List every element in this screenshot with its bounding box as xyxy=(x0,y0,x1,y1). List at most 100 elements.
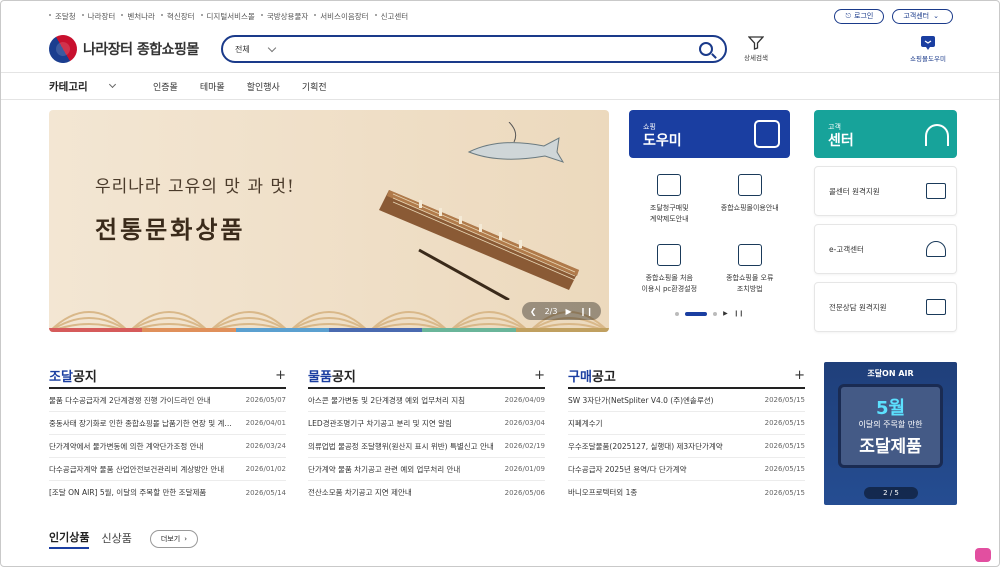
play-icon[interactable]: ▶ xyxy=(565,307,571,316)
util-link[interactable]: 서비스이음장터 xyxy=(314,11,374,22)
notice-row[interactable]: 단가계약 물품 차기공고 관련 예외 업무처리 안내 2026/01/09 xyxy=(308,458,545,481)
mall-helper-button[interactable]: 쇼핑몰도우미 xyxy=(903,35,953,63)
notice-row[interactable]: 다수공급자 2025년 용역/다 단가계약 2026/05/15 xyxy=(568,458,805,481)
customer-item-label: e-고객센터 xyxy=(829,244,864,254)
notice-title[interactable]: 구매공고 xyxy=(568,366,616,385)
customer-item-label: 전문상담 원격지원 xyxy=(829,302,887,312)
nav-item[interactable]: 테마몰 xyxy=(200,80,225,93)
plus-icon[interactable]: + xyxy=(534,368,545,383)
banner-controls: ❮ 2/3 ▶ ❙❙ xyxy=(521,302,601,320)
customer-item[interactable]: 전문상담 원격지원 xyxy=(814,282,957,332)
notice-row[interactable]: 의류업법 물공정 조달행위(원산지 표시 위반) 특별신고 안내 2026/02/… xyxy=(308,435,545,458)
promo-banner[interactable]: 조달ON AIR 5월 이달의 주목할 만한 조달제품 2 / 5 xyxy=(824,362,957,505)
notice-row[interactable]: 우수조달물품(2025127, 실행대) 제3자단가계약 2026/05/15 xyxy=(568,435,805,458)
pause-icon[interactable]: ❙❙ xyxy=(580,307,593,316)
util-link[interactable]: 혁신장터 xyxy=(160,11,201,22)
logo-text: 나라장터 종합쇼핑몰 xyxy=(83,42,199,58)
util-link[interactable]: 디지털서비스몰 xyxy=(200,11,261,22)
promo-title: 조달제품 xyxy=(859,437,922,457)
helper-item[interactable]: 종합쇼핑몰 처음 이용시 pc환경설정 xyxy=(629,244,710,308)
hero-banner[interactable]: 우리나라 고유의 맛 과 멋! 전통문화상품 ❮ 2/3 ▶ ❙❙ xyxy=(49,110,609,332)
pagination-dot-active[interactable] xyxy=(685,311,708,316)
prev-icon[interactable]: ❮ xyxy=(530,307,537,316)
notice-column-purchase: 구매공고 + SW 3자단가(NetSpliter V4.0 (주)엔솔루션) 2… xyxy=(568,363,805,504)
play-icon[interactable]: ▶ xyxy=(723,310,728,317)
chevron-down-icon xyxy=(108,80,116,89)
taegeuk-logo-icon xyxy=(43,29,83,69)
more-button[interactable]: 더보기 › xyxy=(149,530,198,548)
chat-helper-icon xyxy=(921,36,935,50)
notice-row[interactable]: 바니오프로텍터외 1종 2026/05/15 xyxy=(568,481,805,504)
nav-item[interactable]: 인증몰 xyxy=(153,80,178,93)
pagination-dot[interactable] xyxy=(713,311,718,316)
customer-header: 고객 센터 xyxy=(814,110,957,158)
notice-row[interactable]: 지폐계수기 2026/05/15 xyxy=(568,412,805,435)
main-nav: 카테고리 인증몰 테마몰 할인행사 기획전 xyxy=(1,72,999,100)
pause-icon[interactable]: ❙❙ xyxy=(734,310,744,317)
headset-icon xyxy=(925,124,949,146)
error-fix-icon xyxy=(737,244,762,266)
chevron-down-icon: ⌄ xyxy=(933,12,939,20)
gayageum-illustration xyxy=(379,190,579,300)
nav-item[interactable]: 기획전 xyxy=(302,80,327,93)
customer-item[interactable]: e-고객센터 xyxy=(814,224,957,274)
notice-column-goods: 물품공지 + 아스콘 물가변동 및 2단계경쟁 예외 업무처리 지침 2026/0… xyxy=(308,363,545,504)
banner-line1: 우리나라 고유의 맛 과 멋! xyxy=(95,177,295,197)
banner-page: 2/3 xyxy=(544,306,558,316)
chatbot-icon[interactable] xyxy=(975,548,991,562)
headset-icon xyxy=(926,241,946,257)
notice-row[interactable]: 단가계약에서 물가변동에 의한 계약단가조정 안내 2026/03/24 xyxy=(49,435,286,458)
helper-item-line2: 이용시 pc환경설정 xyxy=(641,285,698,293)
tab-popular[interactable]: 인기상품 xyxy=(49,529,90,549)
notice-row[interactable]: 다수공급자계약 물품 산업안전보건관리비 계상방안 안내 2026/01/02 xyxy=(49,458,286,481)
tab-new[interactable]: 신상품 xyxy=(101,530,131,548)
plus-icon[interactable]: + xyxy=(794,368,805,383)
notice-row[interactable]: LED경관조명기구 차기공고 분리 및 지연 알림 2026/03/04 xyxy=(308,412,545,435)
category-label: 카테고리 xyxy=(49,80,88,93)
helper-header: 쇼핑 도우미 xyxy=(629,110,790,158)
notice-row[interactable]: [조달 ON AIR] 5월, 이달의 주목할 만한 조달제품 2026/05/1… xyxy=(49,481,286,504)
plus-icon[interactable]: + xyxy=(275,368,286,383)
util-link[interactable]: 국방상용물자 xyxy=(260,11,314,22)
support-label: 고객센터 xyxy=(903,12,930,20)
util-link[interactable]: 조달청 xyxy=(49,11,82,22)
helper-item[interactable]: 조달청구매및 계약제도안내 xyxy=(629,174,710,238)
nav-item[interactable]: 할인행사 xyxy=(247,80,280,93)
helper-item[interactable]: 종합쇼핑몰 오류 조치방법 xyxy=(710,244,791,308)
notice-row[interactable]: SW 3자단가(NetSpliter V4.0 (주)엔솔루션) 2026/05/… xyxy=(568,389,805,412)
login-button[interactable]: ⎋ 로그인 xyxy=(834,8,885,24)
banner-line2: 전통문화상품 xyxy=(95,215,246,244)
helper-label: 쇼핑몰도우미 xyxy=(910,55,946,63)
utility-bar: 조달청 나라장터 벤처나라 혁신장터 디지털서비스몰 국방상용물자 서비스이음장… xyxy=(49,7,953,25)
category-menu[interactable]: 카테고리 xyxy=(49,79,153,94)
util-link[interactable]: 신고센터 xyxy=(374,11,415,22)
notice-row[interactable]: 물품 다수공급자계 2단계경쟁 진행 가이드라인 안내 2026/05/07 xyxy=(49,389,286,412)
login-icon: ⎋ xyxy=(845,11,852,20)
notice-row[interactable]: 전산소모품 차기공고 지연 제안내 2026/05/06 xyxy=(308,481,545,504)
banner-progress-bar xyxy=(49,328,609,332)
search-icon[interactable] xyxy=(699,42,713,56)
customer-item[interactable]: 콜센터 원격지원 xyxy=(814,166,957,216)
browser-window-icon xyxy=(657,174,682,196)
notice-row[interactable]: 중동사태 장기화로 인한 종합쇼핑몰 납품기한 연장 및 계약 예외 안내 202… xyxy=(49,412,286,435)
helper-item-line2: 조치방법 xyxy=(736,285,763,293)
helper-item-line1: 종합쇼핑몰 처음 xyxy=(645,274,693,282)
helper-item[interactable]: 종합쇼핑몰이용안내 xyxy=(710,174,791,238)
pagination-dot[interactable] xyxy=(675,311,680,316)
helper-pagination: ▶ ❙❙ xyxy=(629,310,790,317)
remote-support-icon xyxy=(926,183,946,199)
notice-row[interactable]: 아스콘 물가변동 및 2단계경쟁 예외 업무처리 지침 2026/04/09 xyxy=(308,389,545,412)
util-link[interactable]: 나라장터 xyxy=(81,11,122,22)
site-logo[interactable]: 나라장터 종합쇼핑몰 xyxy=(43,29,219,69)
funnel-icon xyxy=(748,36,764,50)
notice-title[interactable]: 물품공지 xyxy=(308,366,356,385)
support-dropdown[interactable]: 고객센터 ⌄ xyxy=(892,8,953,24)
more-label: 더보기 xyxy=(160,535,181,543)
detail-search-button[interactable]: 상세검색 xyxy=(741,36,771,62)
shopping-bag-icon xyxy=(754,120,780,148)
notice-title[interactable]: 조달공지 xyxy=(49,366,97,385)
shopping-helper-panel: 쇼핑 도우미 조달청구매및 계약제도안내 종합쇼핑몰이용안내 종합쇼핑몰 처음 … xyxy=(629,110,790,340)
search-bar[interactable]: 전체 xyxy=(221,35,727,63)
monitor-settings-icon xyxy=(657,244,682,266)
util-link[interactable]: 벤처나라 xyxy=(121,11,161,22)
